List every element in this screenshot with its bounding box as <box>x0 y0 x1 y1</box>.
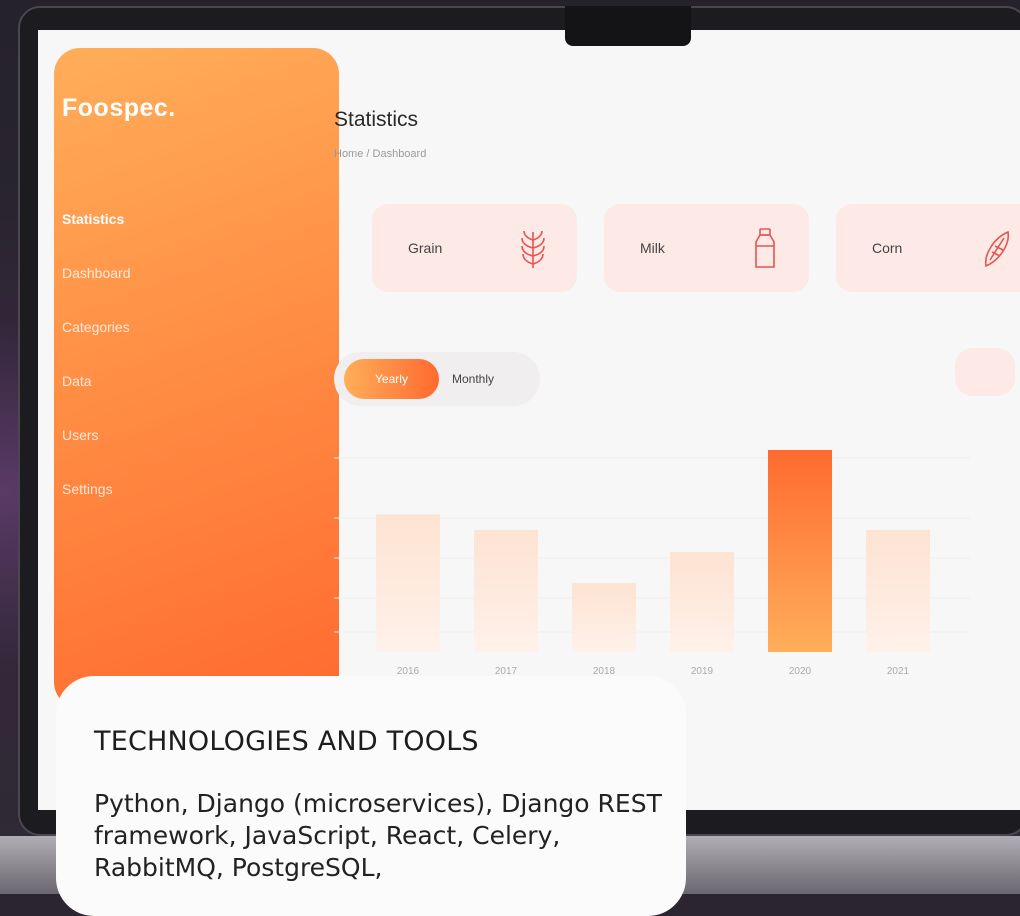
bar-chart: 2016 2017 2018 2019 2020 2021 <box>334 449 970 677</box>
card-label: Corn <box>872 240 903 256</box>
toggle-yearly-button[interactable]: Yearly <box>344 359 439 399</box>
technologies-card: TECHNOLOGIES AND TOOLS Python, Django (m… <box>56 676 686 916</box>
toggle-monthly-button[interactable]: Monthly <box>452 359 494 399</box>
grain-icon <box>521 230 545 268</box>
card-label: Milk <box>640 240 665 256</box>
technologies-body: Python, Django (microservices), Django R… <box>94 789 662 882</box>
x-tick-label: 2019 <box>691 666 714 677</box>
milk-bottle-icon <box>755 228 775 268</box>
bar-2017[interactable] <box>474 529 538 652</box>
card-label: Grain <box>408 240 443 256</box>
period-toggle: Yearly Monthly <box>334 352 540 406</box>
bar-2018[interactable] <box>572 583 636 652</box>
right-panel-pill[interactable] <box>955 348 1015 396</box>
page-title: Statistics <box>334 108 419 131</box>
corn-icon <box>984 230 1010 268</box>
laptop-notch <box>565 6 691 46</box>
x-tick-label: 2020 <box>789 666 812 677</box>
sidebar-item-users[interactable]: Users <box>62 426 131 480</box>
card-milk[interactable]: Milk <box>604 204 809 292</box>
sidebar-item-categories[interactable]: Categories <box>62 318 131 372</box>
breadcrumb[interactable]: Home / Dashboard <box>334 148 426 160</box>
x-tick-label: 2021 <box>887 666 910 677</box>
bar-2021[interactable] <box>866 529 930 652</box>
sidebar-item-data[interactable]: Data <box>62 372 131 426</box>
bar-2019[interactable] <box>670 552 734 652</box>
sidebar-item-dashboard[interactable]: Dashboard <box>62 264 131 318</box>
sidebar-item-settings[interactable]: Settings <box>62 480 131 534</box>
card-grain[interactable]: Grain <box>372 204 577 292</box>
sidebar-item-statistics[interactable]: Statistics <box>62 210 131 264</box>
brand-logo: Foospec. <box>62 94 176 122</box>
card-corn[interactable]: Corn <box>836 204 1020 292</box>
bar-2016[interactable] <box>376 514 440 652</box>
sidebar-nav: Statistics Dashboard Categories Data Use… <box>62 210 131 534</box>
technologies-title: TECHNOLOGIES AND TOOLS <box>94 726 479 757</box>
bar-2020[interactable] <box>768 449 832 652</box>
